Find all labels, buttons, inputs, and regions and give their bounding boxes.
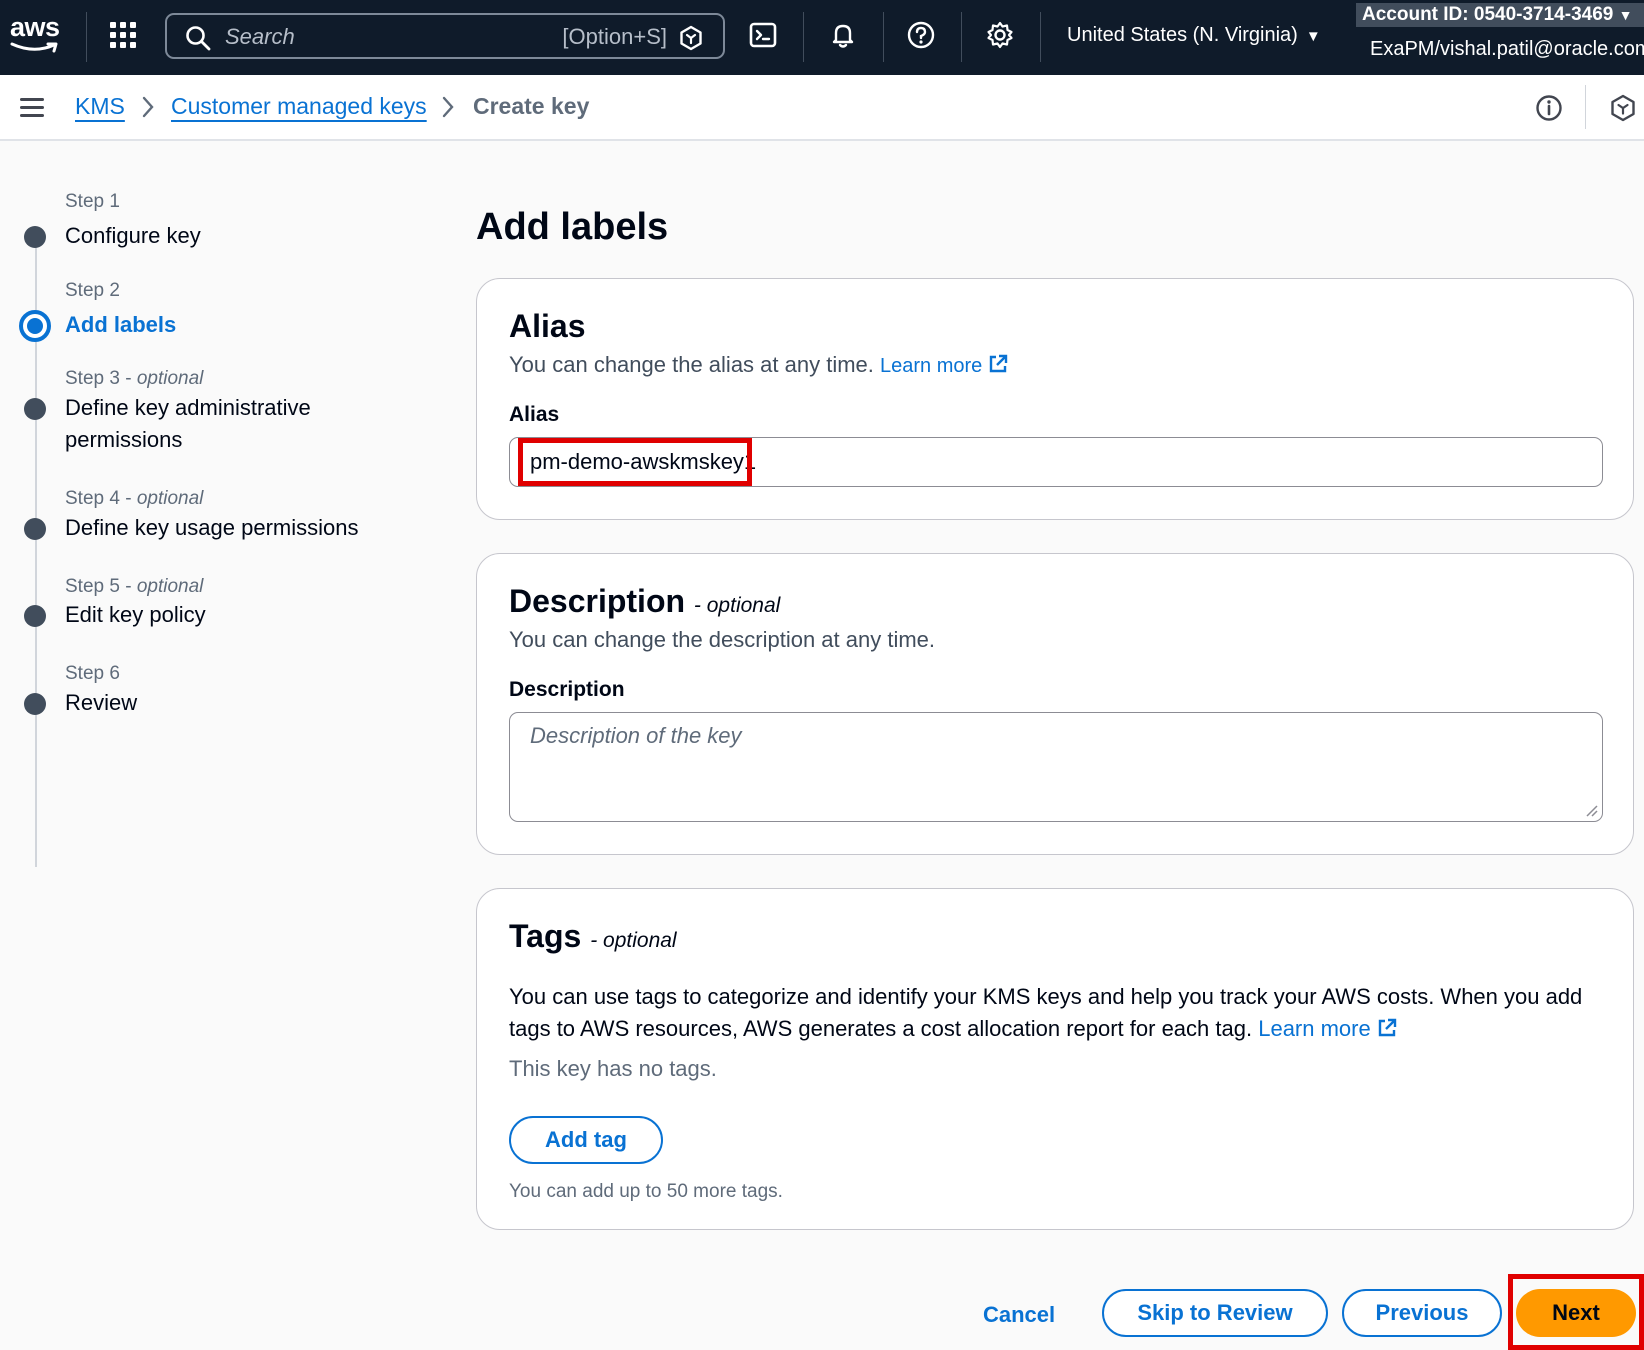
step-4-optional: optional	[136, 488, 204, 509]
help-icon[interactable]	[906, 20, 940, 54]
chevron-right-icon	[142, 96, 154, 118]
divider	[1585, 85, 1586, 129]
bell-icon[interactable]	[828, 20, 862, 54]
description-help: You can change the description at any ti…	[509, 627, 936, 652]
step-1-label: Step 1	[65, 191, 120, 212]
step-2-indicator	[19, 310, 51, 342]
step-3-label: Step 3 - optional	[65, 368, 204, 389]
step-1-title[interactable]: Configure key	[65, 220, 201, 252]
step-5-label: Step 5 - optional	[65, 576, 204, 597]
cloudshell-icon[interactable]	[748, 20, 782, 54]
account-menu[interactable]: Account ID: 0540-3714-3469 ▼	[1356, 3, 1644, 27]
alias-heading: Alias	[509, 308, 586, 344]
previous-button[interactable]: Previous	[1342, 1289, 1502, 1337]
tags-empty: This key has no tags.	[509, 1056, 717, 1081]
resize-handle-icon[interactable]	[1584, 803, 1598, 817]
external-link-icon	[1378, 1018, 1397, 1037]
search-input[interactable]: Search [Option+S]	[165, 13, 725, 59]
tags-panel: Tags - optional You can use tags to cate…	[476, 888, 1634, 1230]
step-1-indicator	[24, 226, 46, 248]
divider	[86, 12, 87, 62]
step-6-indicator	[24, 693, 46, 715]
caret-down-icon: ▼	[1305, 28, 1321, 45]
tags-heading: Tags - optional	[509, 918, 677, 955]
divider	[1040, 12, 1041, 62]
alias-field-label: Alias	[509, 403, 560, 426]
aws-logo[interactable]: aws	[10, 14, 62, 58]
description-heading-text: Description	[509, 583, 686, 619]
page-title: Add labels	[476, 206, 669, 248]
alias-value: pm-demo-awskmskey1	[530, 449, 757, 474]
gear-icon[interactable]	[985, 20, 1019, 54]
skip-to-review-button[interactable]: Skip to Review	[1102, 1289, 1328, 1337]
next-button[interactable]: Next	[1516, 1289, 1636, 1337]
divider	[803, 12, 804, 62]
tags-learn-more-link[interactable]: Learn more	[1258, 1016, 1397, 1041]
tags-body: You can use tags to categorize and ident…	[509, 981, 1609, 1045]
tags-body-text: You can use tags to categorize and ident…	[509, 984, 1583, 1041]
alias-learn-more-link[interactable]: Learn more	[880, 354, 1008, 377]
description-panel: Description - optional You can change th…	[476, 553, 1634, 855]
breadcrumb-customer-managed-keys[interactable]: Customer managed keys	[171, 93, 427, 120]
top-navigation: aws Search [Option+S] United States (N. …	[0, 0, 1644, 75]
step-3-number: Step 3	[65, 368, 120, 389]
step-3-optional: optional	[136, 368, 204, 389]
description-field-label: Description	[509, 678, 625, 701]
region-selector[interactable]: United States (N. Virginia) ▼	[1067, 24, 1321, 47]
alias-description-text: You can change the alias at any time.	[509, 352, 874, 377]
step-5-indicator	[24, 605, 46, 627]
step-6-label: Step 6	[65, 663, 120, 684]
breadcrumb-current: Create key	[473, 93, 590, 119]
breadcrumb-bar: KMS Customer managed keys Create key	[0, 75, 1644, 141]
search-icon	[186, 26, 211, 51]
amazon-q-icon[interactable]	[679, 25, 703, 51]
smile-arrow-icon	[10, 42, 58, 53]
aws-logo-text: aws	[10, 12, 60, 42]
alias-input[interactable]: pm-demo-awskmskey1	[509, 437, 1603, 487]
search-placeholder: Search	[225, 24, 295, 49]
step-6-title[interactable]: Review	[65, 687, 137, 719]
divider	[961, 12, 962, 62]
user-name: ExaPM/vishal.patil@oracle.com	[1370, 38, 1644, 60]
info-icon[interactable]	[1535, 94, 1563, 122]
region-label: United States (N. Virginia)	[1067, 24, 1298, 46]
account-id: Account ID: 0540-3714-3469	[1362, 4, 1614, 25]
cancel-button[interactable]: Cancel	[983, 1302, 1055, 1328]
tags-heading-text: Tags	[509, 918, 582, 954]
menu-icon[interactable]	[20, 98, 44, 118]
external-link-icon	[989, 354, 1008, 373]
learn-more-text: Learn more	[880, 355, 983, 377]
step-4-label: Step 4 - optional	[65, 488, 204, 509]
add-tag-button[interactable]: Add tag	[509, 1116, 663, 1164]
user-menu[interactable]: ExaPM/vishal.patil@oracle.com	[1370, 38, 1644, 61]
tags-limit: You can add up to 50 more tags.	[509, 1181, 783, 1202]
step-4-indicator	[24, 518, 46, 540]
step-5-title[interactable]: Edit key policy	[65, 599, 206, 631]
caret-down-icon: ▼	[1618, 7, 1633, 23]
step-2-title: Add labels	[65, 312, 177, 337]
step-5-optional: optional	[136, 576, 204, 597]
services-grid-icon[interactable]	[110, 22, 140, 52]
step-4-number: Step 4	[65, 488, 120, 509]
description-heading: Description - optional	[509, 583, 780, 620]
chevron-right-icon	[442, 96, 454, 118]
description-optional: - optional	[693, 594, 781, 617]
wizard-steps: Step 1 Configure key Step 2 Add labels S…	[0, 150, 440, 867]
description-placeholder: Description of the key	[530, 723, 742, 748]
step-3-title[interactable]: Define key administrative permissions	[65, 392, 385, 456]
description-textarea[interactable]: Description of the key	[509, 712, 1603, 822]
learn-more-text: Learn more	[1258, 1016, 1371, 1041]
step-4-title[interactable]: Define key usage permissions	[65, 512, 358, 544]
breadcrumb-kms[interactable]: KMS	[75, 93, 125, 120]
amazon-q-icon[interactable]	[1610, 94, 1636, 122]
step-5-number: Step 5	[65, 576, 120, 597]
alias-description: You can change the alias at any time. Le…	[509, 352, 1008, 378]
search-shortcut: [Option+S]	[562, 24, 667, 49]
step-3-indicator	[24, 398, 46, 420]
alias-panel: Alias You can change the alias at any ti…	[476, 278, 1634, 520]
tags-optional: - optional	[590, 929, 677, 952]
divider	[883, 12, 884, 62]
step-2-label: Step 2	[65, 280, 120, 301]
